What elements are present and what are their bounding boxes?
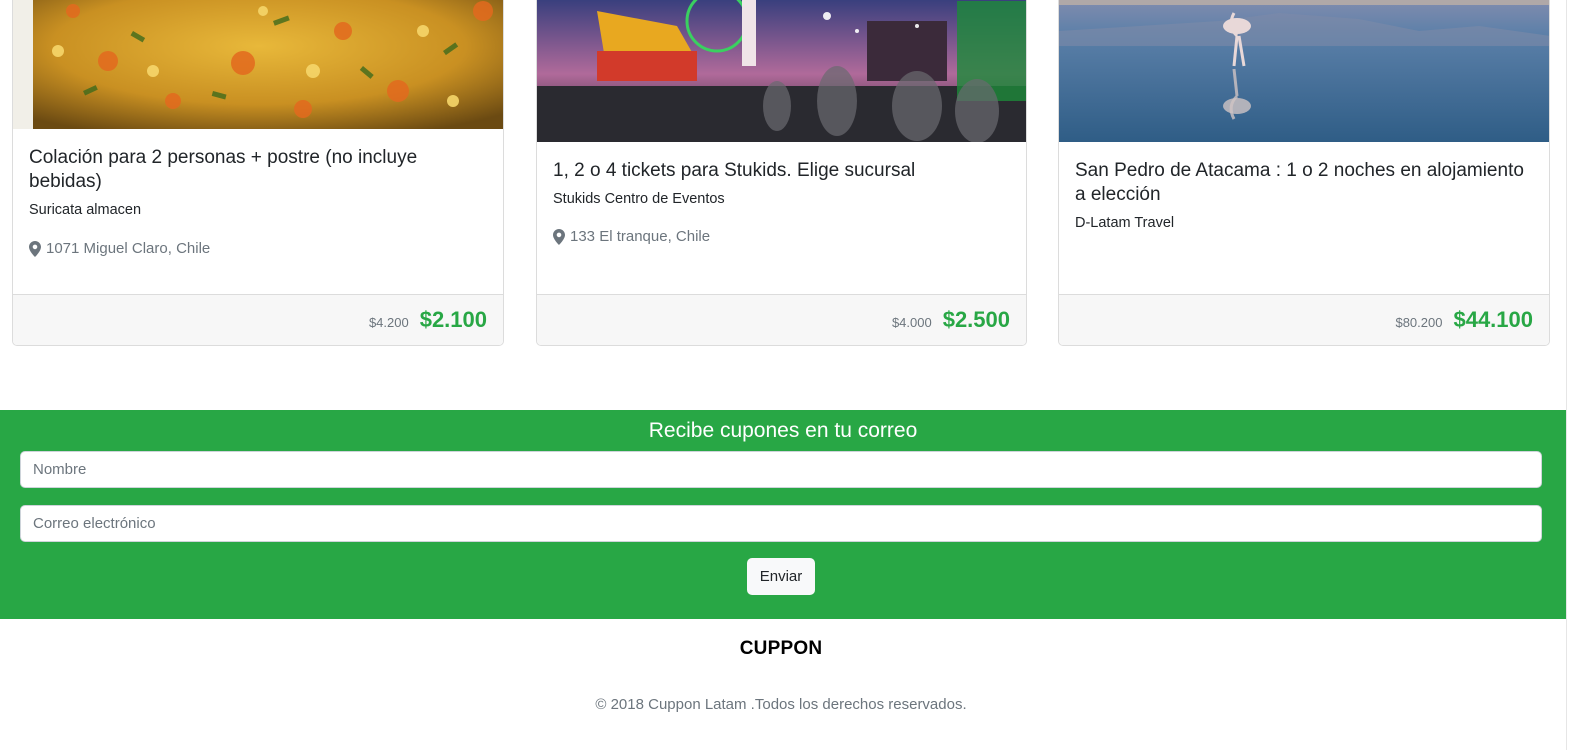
deal-merchant: Stukids Centro de Eventos (553, 191, 725, 207)
deal-card[interactable]: 1, 2 o 4 tickets para Stukids. Elige suc… (536, 0, 1027, 346)
deal-image-lake[interactable] (1059, 0, 1549, 142)
deal-title[interactable]: San Pedro de Atacama : 1 o 2 noches en a… (1075, 159, 1533, 207)
submit-button[interactable]: Enviar (747, 558, 815, 595)
deal-title[interactable]: 1, 2 o 4 tickets para Stukids. Elige suc… (553, 159, 1010, 183)
newsletter-section: Recibe cupones en tu correo Enviar (0, 410, 1566, 619)
copyright-text: © 2018 Cuppon Latam .Todos los derechos … (595, 696, 967, 713)
deal-old-price: $80.200 (1395, 315, 1443, 330)
deal-price: $2.100 (419, 307, 487, 332)
deal-image-food[interactable] (13, 0, 503, 129)
map-marker-icon (553, 228, 565, 245)
deal-card[interactable]: San Pedro de Atacama : 1 o 2 noches en a… (1058, 0, 1550, 346)
deal-location: 1071 Miguel Claro, Chile (29, 240, 487, 257)
deal-merchant: Suricata almacen (29, 202, 142, 218)
deal-old-price: $4.200 (368, 315, 409, 330)
email-input[interactable] (20, 505, 1542, 542)
footer-brand-logo[interactable]: CUPPON (0, 638, 1562, 660)
deal-image-fair[interactable] (537, 0, 1026, 142)
deal-location-text: 133 El tranque, Chile (570, 228, 711, 245)
deal-title[interactable]: Colación para 2 personas + postre (no in… (29, 146, 487, 194)
newsletter-title: Recibe cupones en tu correo (648, 419, 918, 442)
page-scrollbar[interactable] (1566, 0, 1581, 750)
deal-price-footer: $4.200 $2.100 (13, 294, 503, 345)
deal-location-text: 1071 Miguel Claro, Chile (46, 240, 211, 257)
name-input[interactable] (20, 451, 1542, 488)
deal-merchant: D-Latam Travel (1075, 215, 1175, 231)
deal-card[interactable]: Colación para 2 personas + postre (no in… (12, 0, 504, 346)
deal-price-footer: $80.200 $44.100 (1059, 294, 1549, 345)
map-marker-icon (29, 240, 41, 257)
deal-location: 133 El tranque, Chile (553, 228, 1010, 245)
deal-price: $44.100 (1453, 307, 1533, 332)
deal-price: $2.500 (942, 307, 1010, 332)
deal-price-footer: $4.000 $2.500 (537, 294, 1026, 345)
deal-old-price: $4.000 (891, 315, 932, 330)
